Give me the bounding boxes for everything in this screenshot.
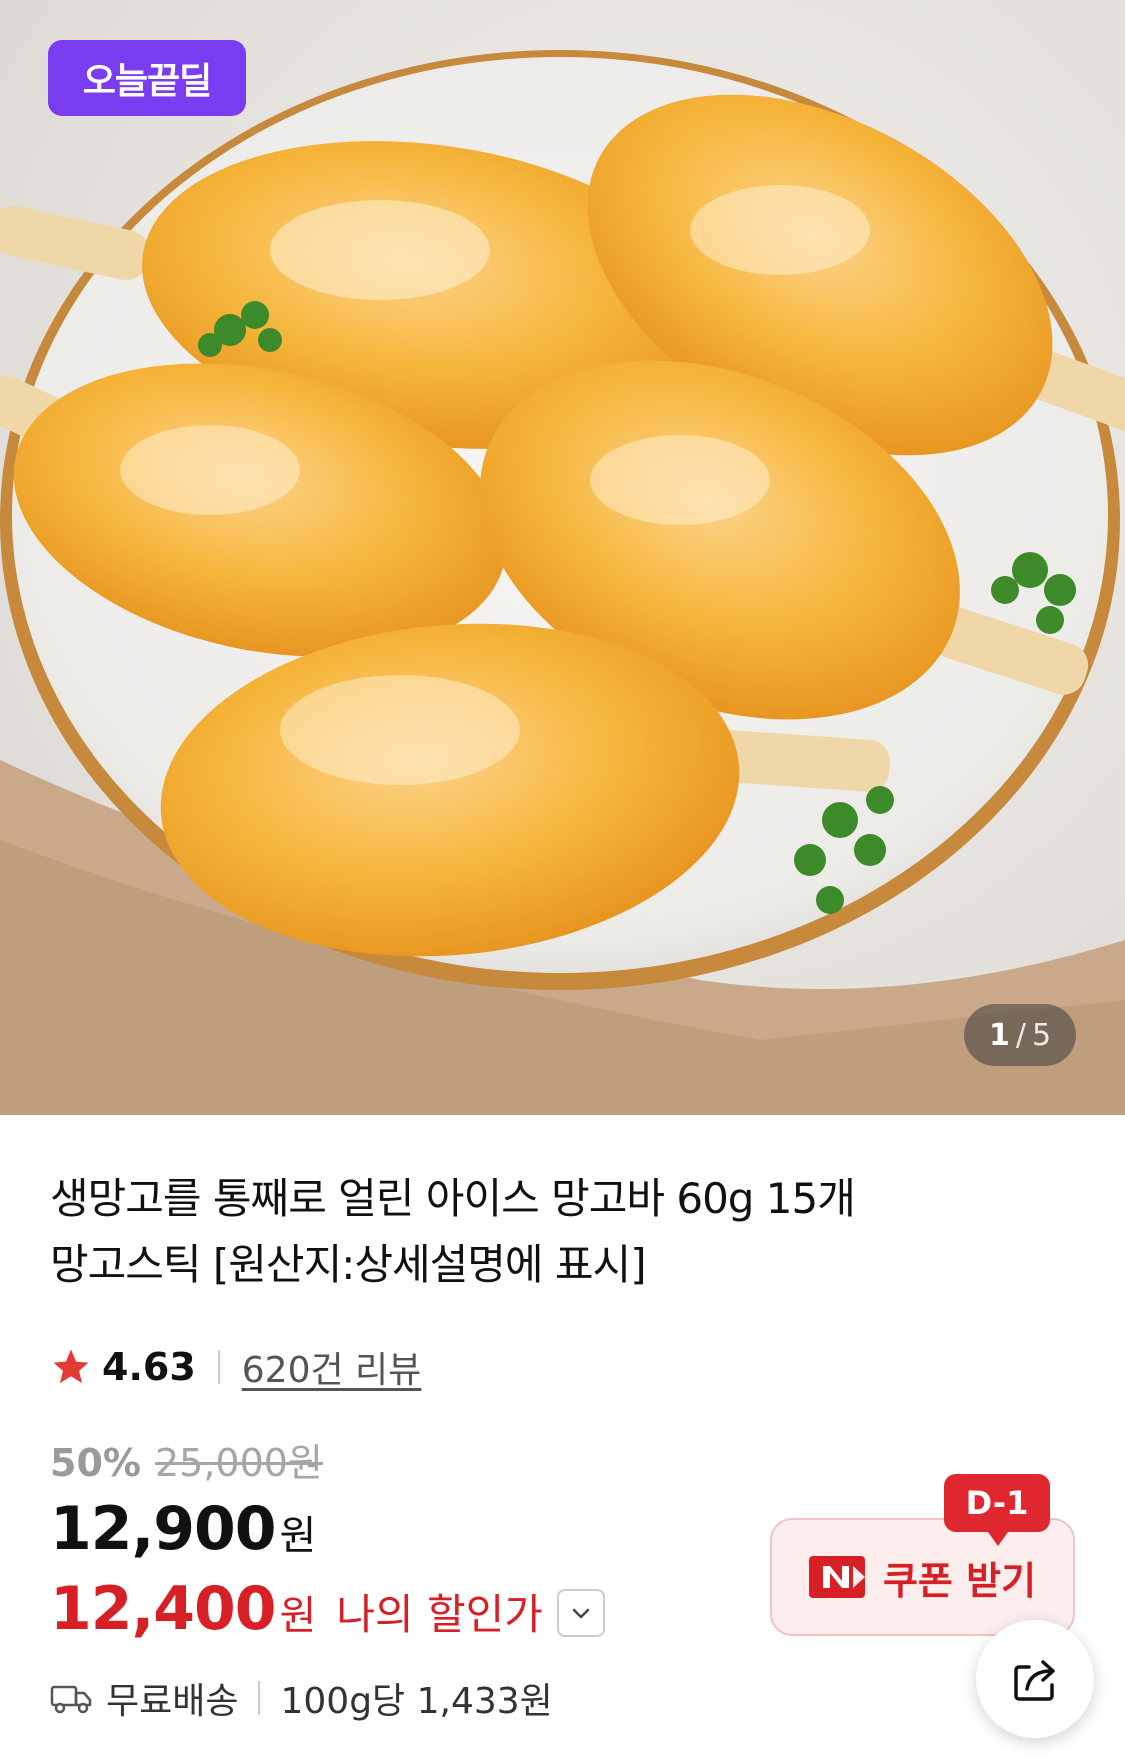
my-price-number: 12,400 [50,1574,277,1644]
rating-row: 4.63 620건 리뷰 [50,1342,421,1392]
coupon-label: 쿠폰 받기 [882,1558,1037,1603]
pager-current: 1 [988,1017,1010,1053]
d-day-badge: D-1 [944,1474,1050,1546]
star-icon [53,1349,89,1384]
naver-n-icon [808,1556,865,1598]
free-shipping-label: 무료배송 [106,1681,239,1722]
my-discount-price[interactable]: 12,400 원 나의 할인가 [50,1574,605,1644]
image-pager: 1 / 5 [964,1004,1076,1066]
unit-price-label: 100g당 1,433원 [280,1681,553,1722]
shipping-divider [258,1681,261,1715]
product-title-line-1: 생망고를 통째로 얼린 아이스 망고바 60g 15개 [50,1174,856,1223]
share-icon [1014,1660,1055,1701]
get-coupon-button[interactable]: 쿠폰 받기 [770,1518,1075,1636]
rating-score: 4.63 [102,1345,196,1389]
my-price-unit: 원 [279,1593,317,1639]
mango-bars-photo [0,50,1125,1115]
my-price-label: 나의 할인가 [336,1590,543,1639]
pager-total: 5 [1031,1017,1052,1053]
sale-price: 12,900 원 [50,1494,316,1564]
original-price: 25,000원 [154,1441,323,1485]
sale-price-unit: 원 [279,1513,317,1559]
today-deal-badge: 오늘끝딜 [48,40,246,116]
sale-price-number: 12,900 [50,1494,277,1564]
shipping-row: 무료배송 100g당 1,433원 [50,1672,553,1724]
discount-percent: 50% [50,1441,141,1485]
product-image[interactable]: 오늘끝딜 1 / 5 [0,0,1125,1115]
rating-divider [217,1350,220,1384]
product-title: 생망고를 통째로 얼린 아이스 망고바 60g 15개 망고스틱 [원산지:상세… [50,1166,1050,1298]
discount-row: 50% 25,000원 [50,1432,323,1487]
chevron-down-icon[interactable] [556,1589,605,1637]
pager-separator: / [1015,1017,1026,1053]
truck-icon [50,1685,92,1714]
review-count-link[interactable]: 620건 리뷰 [242,1341,422,1393]
product-title-line-2: 망고스틱 [원산지:상세설명에 표시] [50,1240,647,1289]
share-button[interactable] [976,1620,1094,1738]
